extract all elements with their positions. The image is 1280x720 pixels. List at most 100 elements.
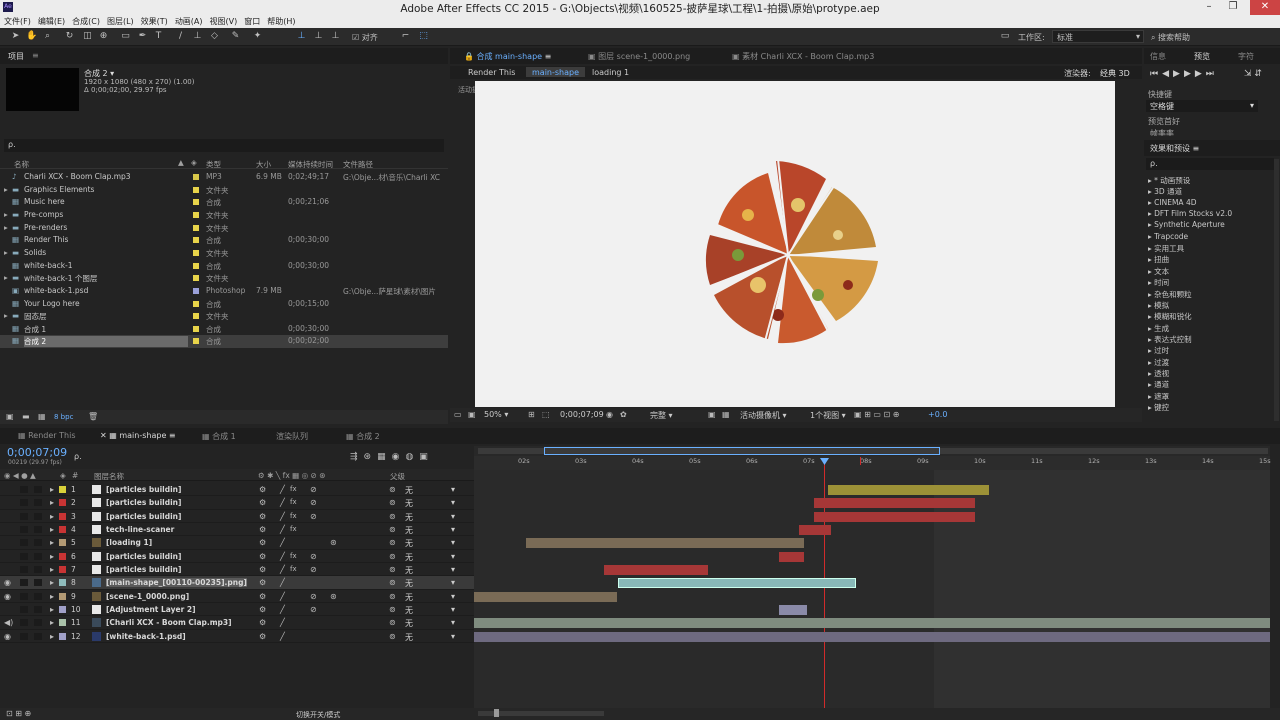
effect-category[interactable]: ▸ 模糊和锐化 (1148, 311, 1192, 322)
parent-select[interactable]: 无 (405, 498, 413, 509)
col-size[interactable]: 大小 (256, 159, 271, 170)
layer-row[interactable]: ◉ ▸ 8 [main-shape_[00110-00235].png] ⚙ ╱ ⊚ 无 ▾ (0, 576, 474, 590)
lock-toggle[interactable] (34, 486, 42, 493)
project-list-item[interactable]: ▸ ▬ Solids 文件夹 (0, 247, 448, 260)
effect-category[interactable]: ▸ 模拟 (1148, 300, 1169, 311)
panel-menu-icon[interactable]: ≡ (32, 51, 39, 60)
zoom-slider[interactable] (478, 709, 604, 717)
layer-row[interactable]: ◉ ▸ 9 [scene-1_0000.png] ⚙ ╱ ⊘ ⊛ ⊚ 无 ▾ (0, 590, 474, 603)
effect-category[interactable]: ▸ 文本 (1148, 266, 1169, 277)
pickwhip-icon[interactable]: ⊚ (389, 512, 396, 521)
layer-label-color[interactable] (59, 486, 66, 493)
hand-tool-icon[interactable]: ✋ (26, 31, 37, 42)
layer-row[interactable]: ▸ 10 [Adjustment Layer 2] ⚙ ╱ ⊘ ⊚ 无 ▾ (0, 603, 474, 617)
expand-arrow-icon[interactable]: ▸ (50, 485, 54, 494)
shy-icon[interactable]: ⚙ (259, 592, 266, 601)
layer-label-color[interactable] (59, 579, 66, 587)
fx-switch-icon[interactable]: fx (290, 565, 297, 573)
breadcrumb-render-this[interactable]: Render This (468, 68, 515, 77)
label-swatch[interactable] (193, 300, 199, 307)
parent-select[interactable]: 无 (405, 485, 413, 496)
layer-label-color[interactable] (59, 592, 66, 600)
pickwhip-icon[interactable]: ⊚ (389, 592, 396, 601)
solo-toggle[interactable] (20, 632, 28, 640)
parent-dropdown-icon[interactable]: ▾ (451, 512, 455, 521)
layer-row[interactable]: ◀) ▸ 11 [Charli XCX - Boom Clap.mp3] ⚙ ╱ ⊚ 无 ▾ (0, 616, 474, 630)
layer-label-color[interactable] (59, 499, 66, 507)
solo-toggle[interactable] (20, 539, 28, 547)
bpc-label[interactable]: 8 bpc (54, 413, 73, 421)
tab-comp-2[interactable]: ▦ 合成 2 (346, 431, 380, 442)
motion-blur-icon[interactable]: ⊘ (310, 552, 317, 561)
trash-icon[interactable]: 🗑 (88, 412, 98, 421)
workspace-select[interactable]: 标准 ▾ (1052, 30, 1144, 43)
expand-arrow-icon[interactable]: ▸ (50, 538, 54, 547)
motion-blur-icon[interactable]: ⊘ (310, 565, 317, 574)
fx-switch-icon[interactable]: fx (290, 498, 297, 506)
expand-arrow-icon[interactable]: ▸ (50, 605, 54, 614)
snap-feather-icon[interactable]: ⬚ (418, 31, 429, 42)
lock-toggle[interactable] (34, 552, 42, 560)
pickwhip-icon[interactable]: ⊚ (389, 552, 396, 561)
lock-toggle[interactable] (34, 499, 42, 507)
label-swatch[interactable] (193, 313, 199, 320)
always-preview-icon[interactable]: ▭ (454, 410, 462, 419)
project-search-input[interactable]: ρ. (4, 139, 444, 152)
expand-arrow-icon[interactable]: ▸ (50, 618, 54, 627)
project-list-item[interactable]: ▸ ▬ 固态层 文件夹 (0, 310, 448, 323)
fx-switch-icon[interactable]: fx (290, 485, 297, 493)
lock-toggle[interactable] (34, 605, 42, 613)
project-list-item[interactable]: ♪ Charli XCX - Boom Clap.mp3 MP3 6.9 MB 0;02… (0, 171, 448, 184)
channel-icon[interactable]: ✿ (620, 410, 627, 419)
fx-switch-icon[interactable]: fx (290, 552, 297, 560)
parent-dropdown-icon[interactable]: ▾ (451, 498, 455, 507)
pen-tool-icon[interactable]: ✒ (137, 31, 148, 42)
effect-category[interactable]: ▸ * 动画预设 (1148, 175, 1190, 186)
parent-select[interactable]: 无 (405, 552, 413, 563)
new-comp-icon[interactable]: ▦ (38, 412, 46, 421)
3d-layer-icon[interactable]: ⊛ (330, 538, 337, 547)
layer-duration-bar[interactable] (474, 591, 617, 602)
solo-toggle[interactable] (20, 512, 28, 520)
project-list-item[interactable]: ▦ Render This 合成 0;00;30;00 (0, 234, 448, 247)
solo-toggle[interactable] (20, 499, 28, 507)
layer-label-color[interactable] (59, 552, 66, 560)
layer-row[interactable]: ▸ 7 [particles buildin] ⚙ ╱ fx ⊘ ⊚ 无 ▾ (0, 563, 474, 577)
solo-toggle[interactable] (20, 605, 28, 613)
tab-preview[interactable]: 预览 (1194, 51, 1210, 62)
camera-select[interactable]: 活动摄像机 ▾ (740, 410, 787, 421)
clone-stamp-tool-icon[interactable]: ⊥ (192, 31, 203, 42)
effect-category[interactable]: ▸ CINEMA 4D (1148, 198, 1197, 207)
parent-dropdown-icon[interactable]: ▾ (451, 565, 455, 574)
type-tool-icon[interactable]: T (153, 31, 164, 42)
motion-blur-icon[interactable]: ⊘ (310, 605, 317, 614)
menu-item[interactable]: 效果(T) (137, 15, 171, 27)
parent-dropdown-icon[interactable]: ▾ (451, 592, 455, 601)
interpret-footage-icon[interactable]: ▣ (6, 412, 14, 421)
parent-select[interactable]: 无 (405, 525, 413, 536)
snap-checkbox[interactable]: ☑ 对齐 (352, 32, 378, 43)
effect-category[interactable]: ▸ 键控 (1148, 402, 1169, 413)
exposure-value[interactable]: +0.0 (928, 410, 947, 419)
quality-switch-icon[interactable]: ╱ (280, 525, 285, 534)
layer-row[interactable]: ▸ 4 tech-line-scaner ⚙ ╱ fx ⊚ 无 ▾ (0, 523, 474, 537)
grid-icon[interactable]: ⊞ (528, 410, 535, 419)
motion-blur-icon[interactable]: ⊘ (310, 512, 317, 521)
parent-dropdown-icon[interactable]: ▾ (451, 605, 455, 614)
lock-toggle[interactable] (34, 619, 42, 627)
effect-category[interactable]: ▸ 时间 (1148, 277, 1169, 288)
solo-toggle[interactable] (20, 579, 28, 587)
tab-render-queue[interactable]: 渲染队列 (276, 431, 308, 442)
menu-item[interactable]: 帮助(H) (263, 15, 298, 27)
playback-controls[interactable]: ⏮◀▶▶▶⏭ (1150, 69, 1218, 79)
snap-edge-icon[interactable]: ⌐ (400, 31, 411, 42)
pickwhip-icon[interactable]: ⊚ (389, 538, 396, 547)
world-axis-icon[interactable]: ⊥ (313, 31, 324, 42)
composition-canvas[interactable] (475, 81, 1115, 407)
pickwhip-icon[interactable]: ⊚ (389, 578, 396, 587)
col-path[interactable]: 文件路径 (343, 159, 373, 170)
quality-switch-icon[interactable]: ╱ (280, 578, 285, 587)
layer-duration-bar[interactable] (779, 604, 807, 615)
tab-main-shape[interactable]: ✕ ▦ main-shape ≡ (100, 431, 176, 440)
expand-arrow-icon[interactable]: ▸ (50, 498, 54, 507)
